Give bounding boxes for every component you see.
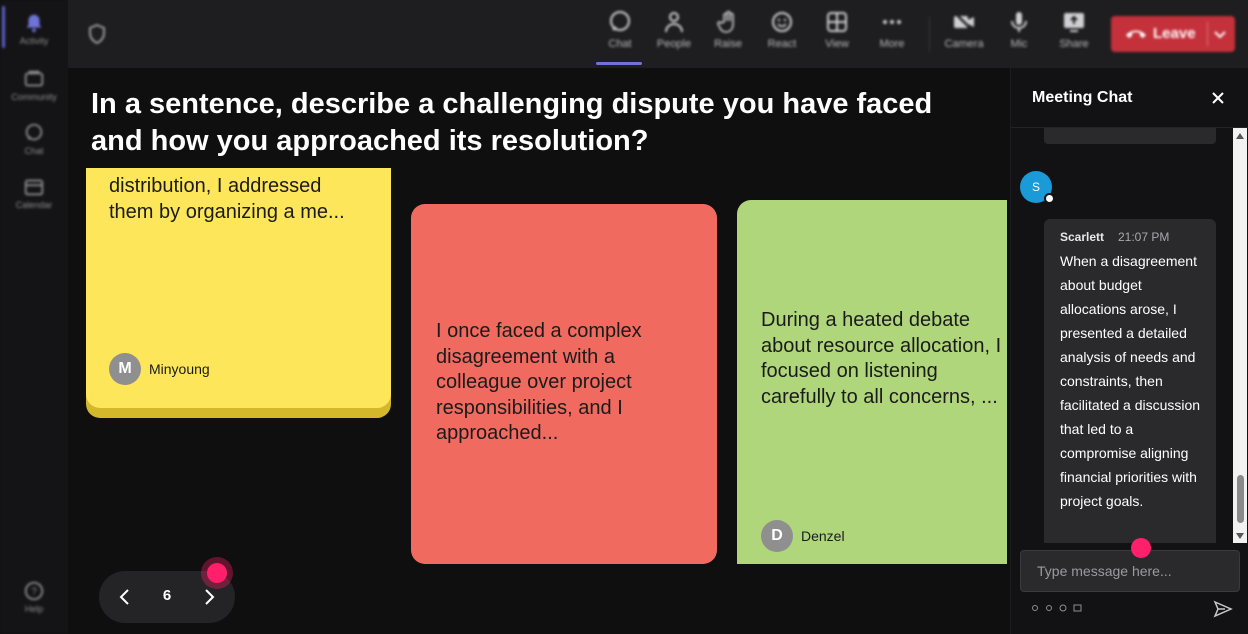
chat-message-input[interactable] <box>1020 550 1240 592</box>
scroll-up-arrow-icon[interactable] <box>1236 133 1244 139</box>
presence-status-dot <box>1044 193 1055 204</box>
rail-item-chat[interactable]: Chat <box>0 122 68 156</box>
chat-icon <box>610 11 630 31</box>
shield-icon[interactable] <box>88 24 106 44</box>
activity-stage: In a sentence, describe a challenging di… <box>68 68 1010 634</box>
view-button-label: View <box>825 38 849 50</box>
response-card-text: I once faced a complex disagreement with… <box>436 320 642 445</box>
share-button-label: Share <box>1059 38 1089 50</box>
leave-button[interactable]: Leave <box>1111 16 1235 52</box>
scrollbar-thumb[interactable] <box>1237 475 1244 523</box>
active-tool-indicator <box>596 62 642 65</box>
people-button-label: People <box>656 38 692 50</box>
chevron-down-icon[interactable] <box>1213 28 1227 40</box>
avatar: M <box>109 353 141 385</box>
more-button-label: More <box>879 38 905 50</box>
leave-button-label: Leave <box>1153 25 1196 42</box>
previous-message-bubble <box>1044 128 1216 144</box>
close-icon[interactable] <box>1210 90 1226 106</box>
mic-button[interactable]: Mic <box>993 10 1045 50</box>
response-card-green[interactable]: During a heated debate about resource al… <box>737 200 1007 564</box>
raise-button-label: Raise <box>713 38 743 50</box>
response-card-author: M Minyoung <box>109 353 210 385</box>
chat-button-label: Chat <box>608 38 632 50</box>
pointer-marker <box>1131 538 1151 558</box>
view-button[interactable]: View <box>811 10 863 50</box>
meeting-chat-panel: Meeting Chat Scarlett 21:07 PM When a di… <box>1010 68 1248 634</box>
message-time: 21:07 PM <box>1118 230 1170 244</box>
camera-off-icon <box>954 12 974 32</box>
chat-bubble-icon <box>25 123 43 141</box>
message-sender: Scarlett <box>1060 230 1105 244</box>
help-icon: ? <box>24 581 44 601</box>
rail-label: Calendar <box>15 200 53 210</box>
chevron-left-icon[interactable] <box>117 587 133 607</box>
rail-item-activity[interactable]: Activity <box>0 12 68 46</box>
leave-split-divider <box>1207 22 1208 46</box>
formatting-icons[interactable] <box>1031 603 1091 613</box>
more-dots-icon <box>883 20 901 24</box>
page-number: 6 <box>162 587 172 604</box>
bell-icon <box>26 14 42 33</box>
response-card-text: distribution, I addressed them by organi… <box>109 175 345 223</box>
mic-icon <box>1011 12 1027 32</box>
avatar: D <box>761 520 793 552</box>
mic-button-label: Mic <box>1010 38 1028 50</box>
response-card-author: D Denzel <box>761 520 845 552</box>
scroll-down-arrow-icon[interactable] <box>1236 533 1244 539</box>
svg-text:?: ? <box>31 587 37 598</box>
chat-panel-title: Meeting Chat <box>1032 89 1133 106</box>
smiley-icon <box>772 12 792 32</box>
community-icon <box>24 70 44 87</box>
calendar-icon <box>24 179 44 196</box>
author-name: Denzel <box>801 528 845 544</box>
send-icon[interactable] <box>1213 599 1233 619</box>
chat-message: Scarlett 21:07 PM When a disagreement ab… <box>1044 219 1216 543</box>
toolbar-divider <box>929 16 930 52</box>
rail-label: Community <box>11 92 57 102</box>
hang-up-phone-icon <box>1126 30 1146 38</box>
response-card-yellow[interactable]: distribution, I addressed them by organi… <box>86 168 391 418</box>
react-button-label: React <box>767 38 797 50</box>
rail-label: Activity <box>19 36 49 46</box>
rail-item-community[interactable]: Community <box>0 68 68 102</box>
response-card-red[interactable]: I once faced a complex disagreement with… <box>411 204 717 564</box>
people-icon <box>665 12 683 33</box>
message-body: When a disagreement about budget allocat… <box>1060 253 1201 509</box>
question-title: In a sentence, describe a challenging di… <box>91 88 933 157</box>
raise-hand-icon <box>717 10 734 33</box>
react-button[interactable]: React <box>756 10 808 50</box>
chat-button[interactable]: Chat <box>594 10 646 50</box>
meeting-toolbar: Chat People Raise React View More Camera <box>68 0 1248 68</box>
grid-view-icon <box>827 12 847 32</box>
response-card-face: distribution, I addressed them by organi… <box>86 168 391 408</box>
share-button[interactable]: Share <box>1048 10 1100 50</box>
rail-item-help[interactable]: ? Help <box>0 580 68 614</box>
pointer-marker <box>207 563 227 583</box>
rail-label: Help <box>24 604 44 614</box>
camera-button[interactable]: Camera <box>938 10 990 50</box>
people-button[interactable]: People <box>648 10 700 50</box>
app-rail: Activity Community Chat Calendar ? Help <box>0 0 68 634</box>
share-screen-icon <box>1064 13 1084 32</box>
more-button[interactable]: More <box>866 10 918 50</box>
raise-hand-button[interactable]: Raise <box>702 10 754 50</box>
response-card-text: During a heated debate about resource al… <box>761 309 1002 408</box>
rail-label: Chat <box>24 146 44 156</box>
author-name: Minyoung <box>149 361 210 377</box>
camera-button-label: Camera <box>944 38 984 50</box>
rail-item-calendar[interactable]: Calendar <box>0 176 68 210</box>
chevron-right-icon[interactable] <box>201 587 217 607</box>
toolbar-contents: Chat People Raise React View More Camera <box>68 0 1248 68</box>
